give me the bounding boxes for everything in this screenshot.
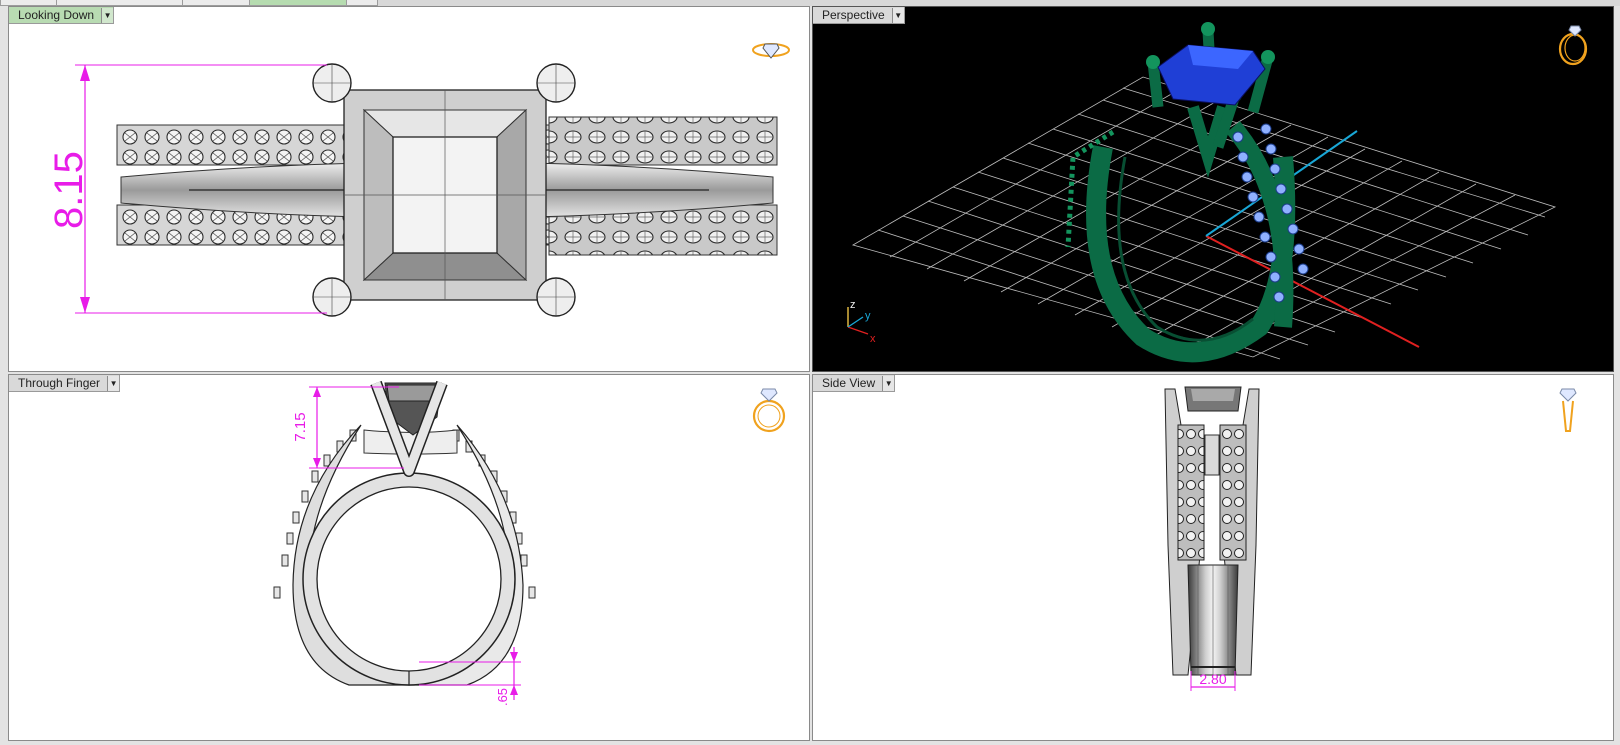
viewport-side-view[interactable]: 2.80 Side View ▼ bbox=[812, 374, 1614, 741]
viewport-title: Through Finger bbox=[18, 376, 101, 390]
chevron-down-icon[interactable]: ▼ bbox=[107, 375, 120, 391]
chevron-down-icon[interactable]: ▼ bbox=[101, 7, 114, 23]
dimension-label-7-15: 7.15 bbox=[292, 412, 309, 442]
ring-front-icon[interactable] bbox=[749, 385, 789, 435]
viewport-title: Perspective bbox=[822, 8, 885, 22]
perspective-drawing bbox=[847, 22, 1557, 363]
viewport-label-looking-down[interactable]: Looking Down ▼ bbox=[9, 7, 115, 24]
axis-label-y: y bbox=[865, 310, 871, 322]
chevron-down-icon[interactable]: ▼ bbox=[891, 7, 904, 23]
viewport-label-side-view[interactable]: Side View ▼ bbox=[813, 375, 896, 392]
dimension-label-2-80: 2.80 bbox=[1199, 671, 1227, 687]
dimension-label-0-65: .65 bbox=[495, 687, 510, 707]
viewport-perspective[interactable]: z y x Perspective ▼ bbox=[812, 6, 1614, 372]
viewport-through-finger[interactable]: 7.15 .65 Through Finger ▼ bbox=[8, 374, 810, 741]
ring-perspective-icon[interactable] bbox=[1553, 21, 1593, 67]
viewport-title: Side View bbox=[822, 376, 876, 390]
axis-label-z: z bbox=[850, 299, 856, 311]
construction-grid bbox=[851, 76, 1557, 360]
chevron-down-icon[interactable]: ▼ bbox=[882, 375, 895, 391]
ring-side-icon[interactable] bbox=[1553, 385, 1583, 437]
looking-down-drawing bbox=[75, 63, 778, 317]
viewport-title: Looking Down bbox=[18, 8, 95, 22]
dimension-label-8-15: 8.15 bbox=[47, 151, 91, 229]
viewport-label-through-finger[interactable]: Through Finger ▼ bbox=[9, 375, 121, 392]
through-finger-drawing bbox=[273, 380, 536, 700]
viewport-label-perspective[interactable]: Perspective ▼ bbox=[813, 7, 905, 24]
viewport-looking-down[interactable]: 8.15 Looking Down ▼ bbox=[8, 6, 810, 372]
ring-top-icon[interactable] bbox=[749, 37, 793, 63]
axis-label-x: x bbox=[870, 333, 876, 345]
